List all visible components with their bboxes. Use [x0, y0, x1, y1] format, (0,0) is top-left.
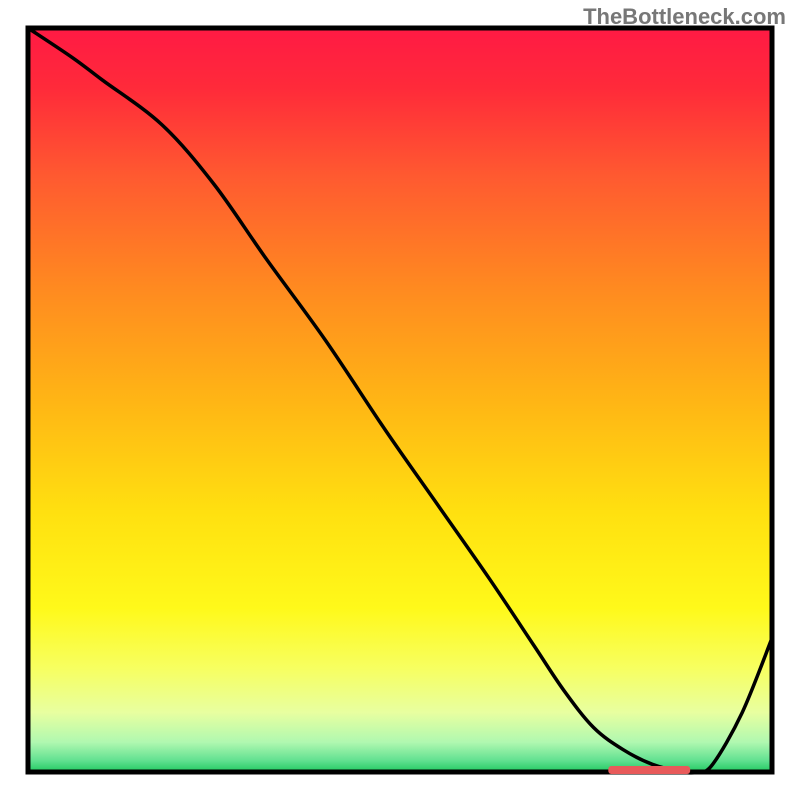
- watermark-label: TheBottleneck.com: [583, 4, 786, 30]
- chart-container: TheBottleneck.com: [0, 0, 800, 800]
- plot-background: [28, 28, 772, 772]
- chart-svg: [0, 0, 800, 800]
- red-marker: [608, 766, 690, 774]
